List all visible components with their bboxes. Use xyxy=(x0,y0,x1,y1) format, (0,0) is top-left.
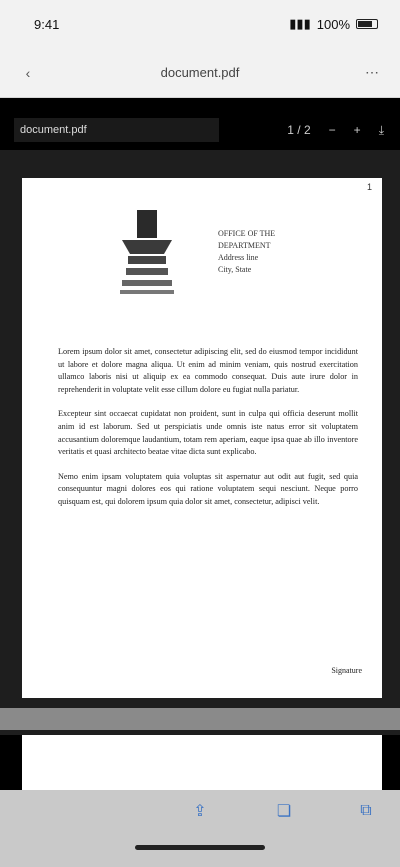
browser-url-bar: ‹ document.pdf ⋯ xyxy=(0,48,400,98)
pdf-title: document.pdf xyxy=(14,118,219,142)
letterhead-line: Address line xyxy=(218,253,259,262)
page-number: 1 xyxy=(366,182,372,192)
pdf-controls: 1 / 2 − + ⤓ xyxy=(287,118,384,142)
tabs-icon[interactable]: ⧉ xyxy=(350,795,382,827)
signature-block: Signature xyxy=(331,666,362,675)
letterhead-line: OFFICE OF THE xyxy=(218,229,276,238)
page-indicator: 1 / 2 xyxy=(287,123,311,137)
letterhead-line: DEPARTMENT xyxy=(218,241,271,250)
home-indicator[interactable] xyxy=(135,845,265,850)
document-body: Lorem ipsum dolor sit amet, consectetur … xyxy=(58,346,358,521)
menu-icon[interactable]: ⋯ xyxy=(362,64,382,81)
emblem-icon xyxy=(120,210,174,294)
status-right: ▮▮▮ 100% xyxy=(289,16,378,32)
chevron-left-icon[interactable]: ‹ xyxy=(18,65,38,81)
download-button[interactable]: ⤓ xyxy=(379,123,384,138)
paragraph: Lorem ipsum dolor sit amet, consectetur … xyxy=(58,347,358,394)
status-bar: 9:41 ▮▮▮ 100% xyxy=(0,0,400,48)
book-icon[interactable]: ❏ xyxy=(268,795,300,827)
paragraph: Nemo enim ipsam voluptatem quia voluptas… xyxy=(58,471,358,506)
share-icon[interactable]: ⇪ xyxy=(184,795,216,827)
letterhead-line: City, State xyxy=(218,265,252,274)
status-time: 9:41 xyxy=(34,16,60,32)
page-separator xyxy=(0,708,400,730)
zoom-out-button[interactable]: − xyxy=(329,123,336,137)
battery-icon xyxy=(356,19,378,29)
url-text[interactable]: document.pdf xyxy=(38,65,362,80)
document-page: 1 OFFICE OF THE DEPARTMENT Address line … xyxy=(22,178,382,698)
next-document-page xyxy=(22,735,382,790)
paragraph: Excepteur sint occaecat cupidatat non pr… xyxy=(58,409,358,457)
battery-label: 100% xyxy=(316,16,350,32)
signal-icon: ▮▮▮ xyxy=(289,16,311,31)
letterhead: OFFICE OF THE DEPARTMENT Address line Ci… xyxy=(218,228,368,276)
zoom-in-button[interactable]: + xyxy=(354,123,361,137)
